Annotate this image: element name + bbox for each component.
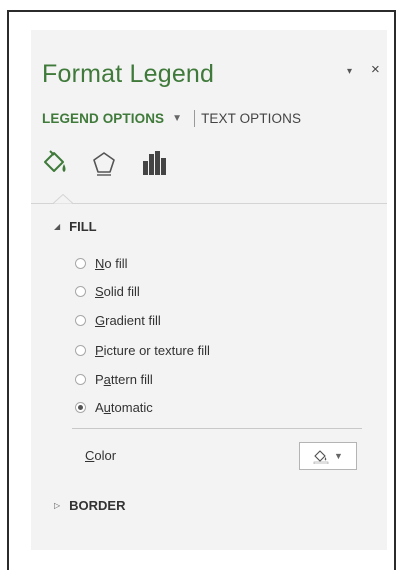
tab-text-options[interactable]: TEXT OPTIONS xyxy=(201,111,301,126)
option-label: Automatic xyxy=(95,400,153,415)
tab-separator xyxy=(194,110,196,127)
radio-solid-fill[interactable]: Solid fill xyxy=(75,284,140,299)
collapsed-triangle-icon: ▷ xyxy=(54,501,61,510)
radio-button-selected[interactable] xyxy=(75,402,86,413)
expanded-triangle-icon: ◢ xyxy=(54,222,61,231)
effects-pentagon-icon[interactable] xyxy=(89,148,119,178)
option-label: Solid fill xyxy=(95,284,140,299)
tab-legend-options[interactable]: LEGEND OPTIONS xyxy=(42,111,164,126)
fill-line-icon[interactable] xyxy=(41,148,71,178)
radio-automatic[interactable]: Automatic xyxy=(75,400,153,415)
radio-button[interactable] xyxy=(75,286,86,297)
chevron-down-icon: ▼ xyxy=(334,451,343,461)
active-tab-indicator xyxy=(53,194,73,204)
radio-no-fill[interactable]: No fill xyxy=(75,256,128,271)
fill-section-header[interactable]: ◢ FILL xyxy=(54,219,97,234)
pane-title: Format Legend xyxy=(42,60,215,88)
option-label: Picture or texture fill xyxy=(95,343,210,358)
color-label: Color xyxy=(85,448,117,463)
border-section-header[interactable]: ▷ BORDER xyxy=(54,498,126,513)
legend-options-caret-icon[interactable]: ▼ xyxy=(172,113,182,124)
radio-button[interactable] xyxy=(75,315,86,326)
option-label: Pattern fill xyxy=(95,372,153,387)
icon-tabs-divider xyxy=(31,203,387,204)
fill-heading: FILL xyxy=(69,219,97,234)
color-picker-button[interactable]: ▼ xyxy=(299,442,357,470)
options-tabs: LEGEND OPTIONS ▼ TEXT OPTIONS xyxy=(42,110,301,127)
radio-button[interactable] xyxy=(75,258,86,269)
close-icon[interactable]: × xyxy=(371,61,380,78)
option-label: Gradient fill xyxy=(95,313,161,328)
fill-options-divider xyxy=(72,428,362,429)
radio-button[interactable] xyxy=(75,345,86,356)
option-label: No fill xyxy=(95,256,128,271)
radio-gradient-fill[interactable]: Gradient fill xyxy=(75,313,161,328)
pane-options-dropdown-icon[interactable]: ▾ xyxy=(347,66,352,77)
format-legend-pane: Format Legend ▾ × LEGEND OPTIONS ▼ TEXT … xyxy=(31,30,387,550)
legend-options-bar-icon[interactable] xyxy=(139,148,169,178)
radio-picture-texture-fill[interactable]: Picture or texture fill xyxy=(75,343,210,358)
radio-pattern-fill[interactable]: Pattern fill xyxy=(75,372,153,387)
radio-button[interactable] xyxy=(75,374,86,385)
border-heading: BORDER xyxy=(69,498,126,513)
paint-bucket-icon xyxy=(313,450,329,464)
